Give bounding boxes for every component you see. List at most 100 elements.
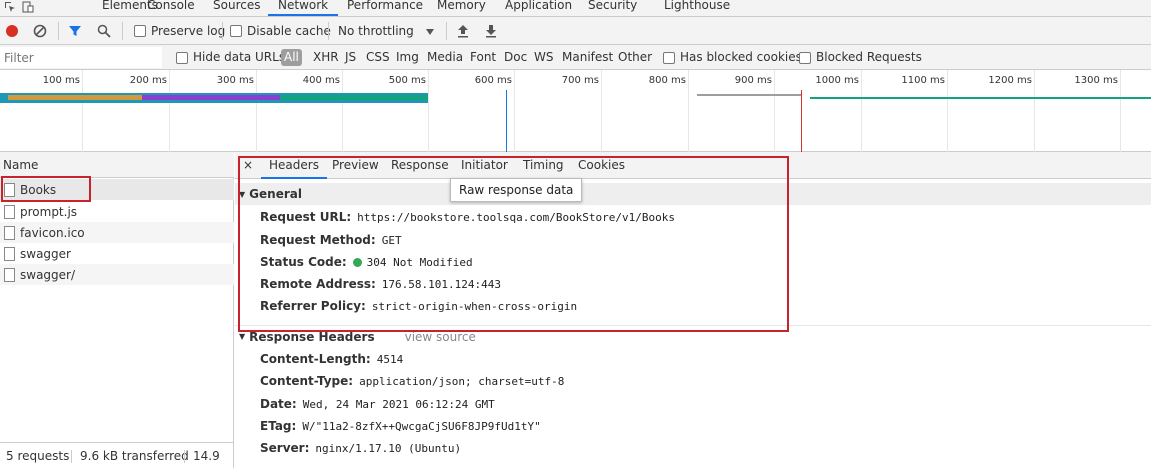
request-row-books[interactable]: Books (0, 179, 234, 200)
checkbox-box (134, 25, 146, 37)
request-list: Name Books prompt.js favicon.ico swagger… (0, 152, 234, 442)
filter-type-js[interactable]: JS (345, 45, 356, 70)
tab-application[interactable]: Application (495, 0, 582, 16)
resources-size: 14.9 kB (193, 449, 220, 463)
general-section-header[interactable]: ▼ General (235, 183, 1151, 205)
disable-cache-label: Disable cache (247, 24, 331, 38)
close-icon[interactable]: × (243, 158, 253, 172)
network-status-bar: 5 requests 9.6 kB transferred 14.9 kB (0, 442, 234, 468)
tab-cookies[interactable]: Cookies (578, 152, 625, 179)
tab-console[interactable]: Console (137, 0, 205, 16)
filter-type-ws[interactable]: WS (534, 45, 553, 70)
tab-initiator[interactable]: Initiator (461, 152, 508, 179)
waterfall-bar (142, 95, 280, 100)
tab-memory[interactable]: Memory (427, 0, 496, 16)
view-source-link[interactable]: view source (405, 330, 476, 344)
triangle-down-icon: ▼ (239, 332, 246, 341)
file-icon (4, 182, 15, 197)
preserve-log-label: Preserve log (151, 24, 226, 38)
timeline-tick-label: 200 ms (129, 75, 167, 86)
filter-type-img[interactable]: Img (396, 45, 419, 70)
device-toolbar-icon[interactable] (22, 1, 34, 16)
filter-type-xhr[interactable]: XHR (313, 45, 339, 70)
timeline-tick-label: 800 ms (648, 75, 686, 86)
dom-content-loaded-marker (506, 90, 507, 152)
disable-cache-checkbox[interactable]: Disable cache (230, 17, 331, 45)
request-row-swagger-slash[interactable]: swagger/ (0, 264, 234, 285)
header-key: Status Code: (260, 255, 347, 269)
response-header-row: Server: nginx/1.17.10 (Ubuntu) (260, 439, 461, 457)
has-blocked-cookies-checkbox[interactable]: Has blocked cookies (663, 45, 802, 70)
general-row: Request URL: https://bookstore.toolsqa.c… (260, 208, 675, 226)
header-key: Request URL: (260, 210, 352, 224)
network-overview-timeline[interactable]: 100 ms 200 ms 300 ms 400 ms 500 ms 600 m… (0, 70, 1151, 152)
file-icon (4, 246, 15, 261)
file-icon (4, 204, 15, 219)
header-value: application/json; charset=utf-8 (359, 374, 565, 388)
tab-preview[interactable]: Preview (332, 152, 379, 179)
general-title: General (249, 187, 302, 201)
request-row-favicon[interactable]: favicon.ico (0, 222, 234, 243)
header-key: Date: (260, 397, 297, 411)
hide-data-urls-checkbox[interactable]: Hide data URLs (176, 45, 285, 70)
timeline-tick-label: 1000 ms (815, 75, 859, 86)
filter-type-all[interactable]: All (281, 49, 302, 66)
filter-type-css[interactable]: CSS (366, 45, 390, 70)
request-name: favicon.ico (20, 225, 85, 240)
tab-sources[interactable]: Sources (203, 0, 270, 16)
filter-type-other[interactable]: Other (618, 45, 652, 70)
name-column-header[interactable]: Name (0, 152, 234, 178)
filter-input[interactable] (0, 47, 162, 68)
file-icon (4, 267, 15, 282)
tab-network[interactable]: Network (268, 0, 339, 16)
header-key: Request Method: (260, 233, 376, 247)
header-value: 176.58.101.124:443 (381, 277, 502, 291)
devtools-left-icons (4, 0, 34, 16)
tab-timing[interactable]: Timing (523, 152, 564, 179)
record-icon[interactable] (5, 17, 19, 45)
filter-type-media[interactable]: Media (427, 45, 463, 70)
blocked-requests-label: Blocked Requests (816, 50, 922, 64)
tab-response[interactable]: Response (391, 152, 449, 179)
throttling-select[interactable]: No throttling (338, 17, 438, 45)
filter-type-manifest[interactable]: Manifest (562, 45, 613, 70)
header-value: https://bookstore.toolsqa.com/BookStore/… (357, 210, 676, 224)
response-tab-tooltip: Raw response data (450, 178, 583, 202)
header-key: Content-Length: (260, 352, 371, 366)
header-value: GET (381, 233, 402, 247)
load-event-marker (801, 90, 802, 152)
inspect-element-icon[interactable] (4, 1, 16, 16)
waterfall-bar (697, 94, 801, 96)
header-value: 304 Not Modified (366, 255, 473, 269)
request-row-swagger[interactable]: swagger (0, 243, 234, 264)
timeline-tick-label: 300 ms (216, 75, 254, 86)
preserve-log-checkbox[interactable]: Preserve log (134, 17, 225, 45)
header-value: Wed, 24 Mar 2021 06:12:24 GMT (302, 397, 495, 411)
search-icon[interactable] (97, 17, 111, 45)
tab-performance[interactable]: Performance (337, 0, 433, 16)
throttling-value: No throttling (338, 24, 414, 38)
filter-bar: Hide data URLs All XHR JS CSS Img Media … (0, 45, 1151, 70)
filter-type-font[interactable]: Font (470, 45, 496, 70)
file-icon (4, 225, 15, 240)
blocked-requests-checkbox[interactable]: Blocked Requests (799, 45, 922, 70)
request-name: swagger/ (20, 267, 76, 282)
filter-type-doc[interactable]: Doc (504, 45, 527, 70)
import-har-icon[interactable] (457, 17, 469, 45)
header-value: strict-origin-when-cross-origin (371, 299, 578, 313)
hide-data-urls-label: Hide data URLs (193, 50, 286, 64)
header-key: Server: (260, 441, 310, 455)
request-row-prompt-js[interactable]: prompt.js (0, 201, 234, 222)
tab-security[interactable]: Security (578, 0, 647, 16)
filter-icon[interactable] (68, 17, 82, 45)
timeline-tick-label: 700 ms (561, 75, 599, 86)
response-headers-section-header[interactable]: ▼ Response Headers view source (235, 325, 1151, 347)
general-row: Status Code: 304 Not Modified (260, 253, 473, 271)
export-har-icon[interactable] (485, 17, 497, 45)
clear-icon[interactable] (33, 17, 47, 45)
status-ok-icon (352, 257, 362, 267)
tab-lighthouse[interactable]: Lighthouse (654, 0, 740, 16)
response-header-row: ETag: W/"11a2-8zfX++QwcgaCjSU6F8JP9fUd1t… (260, 417, 541, 435)
tab-headers[interactable]: Headers (261, 152, 327, 179)
response-header-row: Date: Wed, 24 Mar 2021 06:12:24 GMT (260, 395, 495, 413)
